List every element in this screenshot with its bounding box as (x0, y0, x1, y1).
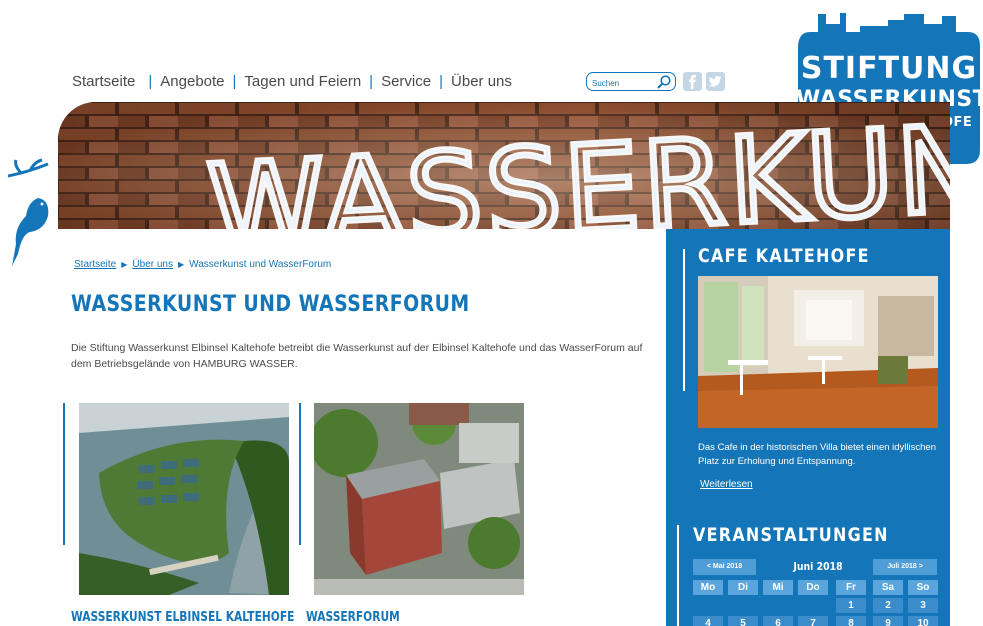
page-title: WASSERKUNST UND WASSERFORUM (71, 292, 470, 317)
breadcrumb-startseite[interactable]: Startseite (74, 259, 116, 270)
calendar-weekday: So (908, 580, 938, 595)
bird-branch-decoration (8, 158, 49, 266)
intro-text: Die Stiftung Wasserkunst Elbinsel Kalteh… (71, 342, 643, 370)
search-icon[interactable] (656, 74, 672, 90)
calendar-day[interactable]: 1 (836, 598, 866, 613)
breadcrumb-arrow-icon: ▶ (121, 260, 128, 269)
breadcrumb: Startseite ▶ Über uns ▶ Wasserkunst und … (74, 259, 331, 270)
twitter-icon[interactable] (706, 72, 725, 91)
cafe-description: Das Cafe in der historischen Villa biete… (698, 442, 936, 467)
tile-accent-rule (299, 403, 301, 545)
sidebar: CAFE KALTEHOFE Das Cafe in der historisc… (666, 229, 950, 626)
aerial-photo-wasserforum[interactable] (314, 403, 524, 595)
tile-title-wasserforum[interactable]: WASSERFORUM (306, 610, 400, 625)
logo-line-1: STIFTUNG (800, 51, 978, 86)
nav-item-angebote[interactable]: Angebote (160, 73, 224, 90)
nav-item-service[interactable]: Service (381, 73, 431, 90)
nav-item-tagen-und-feiern[interactable]: Tagen und Feiern (244, 73, 361, 90)
calendar-weekday: Do (798, 580, 828, 595)
nav-separator: | (439, 73, 444, 90)
search-input[interactable] (592, 76, 656, 91)
events-title: VERANSTALTUNGEN (693, 524, 889, 546)
nav-separator: | (232, 73, 237, 90)
calendar-day[interactable]: 2 (873, 598, 903, 613)
breadcrumb-arrow-icon: ▶ (177, 260, 185, 269)
calendar-day[interactable]: 10 (908, 616, 938, 626)
nav-separator: | (369, 73, 374, 90)
calendar-day[interactable]: 8 (836, 616, 866, 626)
calendar-day[interactable]: 3 (908, 598, 938, 613)
calendar-weekday: Fr (836, 580, 866, 595)
calendar-day[interactable]: 5 (728, 616, 758, 626)
calendar-day[interactable]: 6 (763, 616, 793, 626)
sidebar-accent-rule (683, 249, 685, 391)
nav-item-startseite[interactable]: Startseite (72, 73, 135, 90)
cafe-interior-photo[interactable] (698, 276, 938, 428)
hero-banner: WASSERKUNST WASSERKUNST (58, 102, 950, 229)
calendar-day[interactable]: 7 (798, 616, 828, 626)
facebook-icon[interactable] (683, 72, 702, 91)
cafe-read-more-link[interactable]: Weiterlesen (700, 479, 753, 490)
search-box (586, 72, 676, 91)
breadcrumb-ueber-uns[interactable]: Über uns (132, 259, 173, 270)
calendar-current-month: Juni 2018 (793, 560, 843, 573)
sidebar-accent-rule (677, 525, 679, 626)
calendar-weekday: Mo (693, 580, 723, 595)
aerial-photo-kaltehofe[interactable] (79, 403, 289, 595)
calendar-weekday: Mi (763, 580, 793, 595)
breadcrumb-current: Wasserkunst und WasserForum (189, 259, 332, 270)
calendar-day[interactable]: 9 (873, 616, 903, 626)
calendar-weekday: Sa (873, 580, 903, 595)
calendar-next-month[interactable]: Juli 2018 > (873, 559, 937, 575)
nav-separator: | (148, 73, 153, 90)
cafe-title: CAFE KALTEHOFE (698, 245, 870, 267)
nav-item-ueber-uns[interactable]: Über uns (451, 73, 512, 90)
calendar-weekday: Di (728, 580, 758, 595)
calendar-prev-month[interactable]: < Mai 2018 (693, 559, 756, 575)
tile-title-kaltehofe[interactable]: WASSERKUNST ELBINSEL KALTEHOFE (71, 610, 294, 625)
calendar-day[interactable]: 4 (693, 616, 723, 626)
tile-accent-rule (63, 403, 65, 545)
brick-wall-neon-image: WASSERKUNST WASSERKUNST (58, 102, 950, 229)
main-navigation: Startseite | Angebote | Tagen und Feiern… (72, 73, 512, 90)
